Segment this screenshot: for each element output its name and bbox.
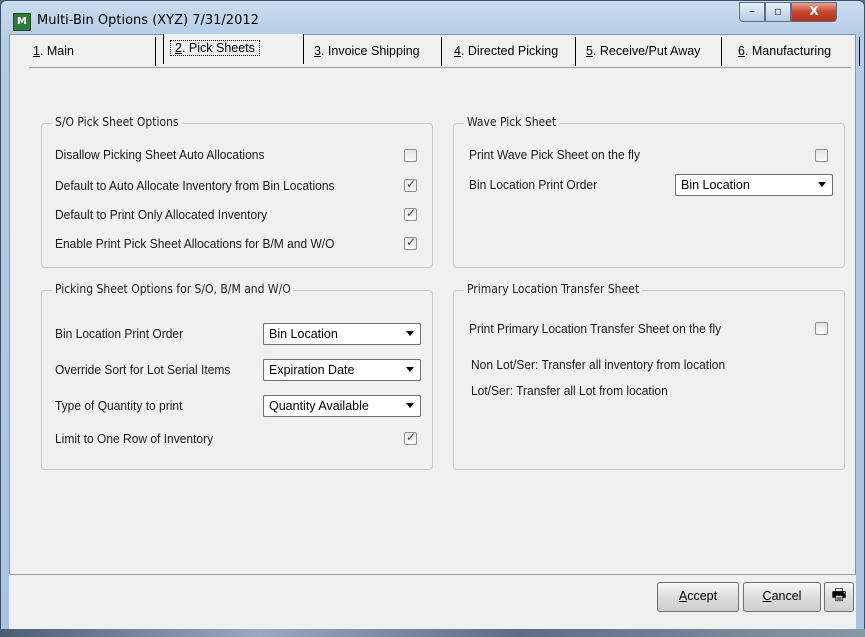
check-mark-icon: ✓: [406, 177, 417, 191]
tab-receive-put-away[interactable]: 5. Receive/Put Away: [580, 37, 722, 66]
quantity-type-value: Quantity Available: [269, 399, 369, 413]
tab-receive-put-away-key: 5: [586, 44, 593, 58]
multi-bin-options-window: M Multi-Bin Options (XYZ) 7/31/2012 – ▫ …: [0, 0, 865, 637]
primary-location-transfer-title: Primary Location Transfer Sheet: [464, 282, 643, 296]
picking-bin-location-order-label: Bin Location Print Order: [55, 327, 184, 341]
accept-button-label: ccept: [687, 589, 718, 603]
check-mark-icon: ✓: [406, 235, 417, 249]
enable-pick-sheet-allocations-label: Enable Print Pick Sheet Allocations for …: [55, 237, 335, 251]
picking-bin-location-order-select[interactable]: Bin Location: [263, 323, 421, 345]
accept-button[interactable]: Accept: [657, 582, 739, 612]
print-wave-on-fly-label: Print Wave Pick Sheet on the fly: [469, 148, 640, 162]
check-mark-icon: ✓: [406, 430, 417, 444]
wave-bin-location-order-value: Bin Location: [681, 178, 750, 192]
app-icon: M: [13, 13, 31, 31]
tab-pick-sheets-label: . Pick Sheets: [181, 41, 255, 55]
wave-bin-location-order-select[interactable]: Bin Location: [675, 174, 833, 196]
wave-pick-sheet-title: Wave Pick Sheet: [464, 115, 560, 129]
cancel-button[interactable]: Cancel: [743, 582, 821, 612]
wave-bin-location-order-label: Bin Location Print Order: [469, 178, 598, 192]
button-bar: Accept Cancel 🖶: [9, 574, 856, 631]
tab-directed-picking[interactable]: 4. Directed Picking: [448, 37, 576, 66]
tab-panel-pick-sheets: S/O Pick Sheet Options Disallow Picking …: [29, 67, 851, 568]
dropdown-arrow-icon: [406, 331, 414, 336]
tab-manufacturing-key: 6: [738, 44, 745, 58]
primary-location-transfer-group: Primary Location Transfer Sheet: [453, 282, 845, 470]
non-lot-ser-note: Non Lot/Ser: Transfer all inventory from…: [471, 358, 726, 372]
tab-main[interactable]: 1. Main: [21, 37, 156, 66]
print-button[interactable]: 🖶: [824, 582, 854, 612]
tab-invoice-shipping[interactable]: 3. Invoice Shipping: [308, 37, 442, 66]
accept-button-key: A: [678, 589, 688, 603]
title-bar[interactable]: M Multi-Bin Options (XYZ) 7/31/2012 – ▫ …: [1, 1, 864, 37]
so-pick-sheet-options-title: S/O Pick Sheet Options: [52, 115, 182, 129]
print-only-allocated-checkbox[interactable]: ✓: [404, 206, 417, 221]
quantity-type-label: Type of Quantity to print: [55, 399, 183, 413]
cancel-button-label: ancel: [771, 589, 802, 603]
dropdown-arrow-icon: [406, 367, 414, 372]
limit-one-row-checkbox[interactable]: ✓: [404, 430, 417, 445]
maximize-button[interactable]: ▫: [765, 2, 791, 22]
tab-manufacturing-label: . Manufacturing: [744, 44, 832, 58]
override-sort-label: Override Sort for Lot Serial Items: [55, 363, 231, 377]
quantity-type-select[interactable]: Quantity Available: [263, 395, 421, 417]
tab-receive-put-away-label: . Receive/Put Away: [592, 44, 701, 58]
tab-invoice-shipping-label: . Invoice Shipping: [320, 44, 420, 58]
picking-sheet-options-title: Picking Sheet Options for S/O, B/M and W…: [52, 282, 294, 296]
check-mark-icon: ✓: [406, 206, 417, 220]
window-title: Multi-Bin Options (XYZ) 7/31/2012: [37, 13, 259, 28]
tab-manufacturing[interactable]: 6. Manufacturing: [732, 37, 860, 66]
print-primary-on-fly-checkbox[interactable]: [815, 322, 828, 335]
disallow-auto-allocations-checkbox[interactable]: [404, 149, 417, 162]
tab-invoice-shipping-key: 3: [314, 44, 321, 58]
lot-ser-note: Lot/Ser: Transfer all Lot from location: [471, 384, 668, 398]
taskbar-strip: [0, 629, 865, 637]
default-auto-allocate-label: Default to Auto Allocate Inventory from …: [55, 179, 335, 193]
override-sort-select[interactable]: Expiration Date: [263, 359, 421, 381]
disallow-auto-allocations-label: Disallow Picking Sheet Auto Allocations: [55, 148, 265, 162]
picking-bin-location-order-value: Bin Location: [269, 327, 338, 341]
enable-pick-sheet-allocations-checkbox[interactable]: ✓: [404, 235, 417, 250]
cancel-button-key: C: [762, 589, 772, 603]
tab-pick-sheets-key: 2: [175, 41, 182, 55]
print-only-allocated-label: Default to Print Only Allocated Inventor…: [55, 208, 268, 222]
printer-icon: 🖶: [831, 587, 847, 604]
print-primary-on-fly-label: Print Primary Location Transfer Sheet on…: [469, 322, 722, 336]
limit-one-row-label: Limit to One Row of Inventory: [55, 432, 214, 446]
print-wave-on-fly-checkbox[interactable]: [815, 149, 828, 162]
tab-pick-sheets[interactable]: 2. Pick Sheets: [163, 34, 304, 64]
tab-bar: 1. Main 2. Pick Sheets 3. Invoice Shippi…: [21, 34, 861, 67]
minimize-button[interactable]: –: [739, 2, 765, 22]
default-auto-allocate-checkbox[interactable]: ✓: [404, 177, 417, 192]
tab-main-label: . Main: [39, 44, 74, 58]
dropdown-arrow-icon: [406, 403, 414, 408]
tab-directed-picking-key: 4: [454, 44, 461, 58]
tab-main-key: 1: [33, 44, 40, 58]
close-button[interactable]: X: [791, 2, 837, 22]
tab-directed-picking-label: . Directed Picking: [460, 44, 559, 58]
tab-pick-sheets-focus: 2. Pick Sheets: [170, 40, 260, 56]
override-sort-value: Expiration Date: [269, 363, 355, 377]
dropdown-arrow-icon: [818, 182, 826, 187]
